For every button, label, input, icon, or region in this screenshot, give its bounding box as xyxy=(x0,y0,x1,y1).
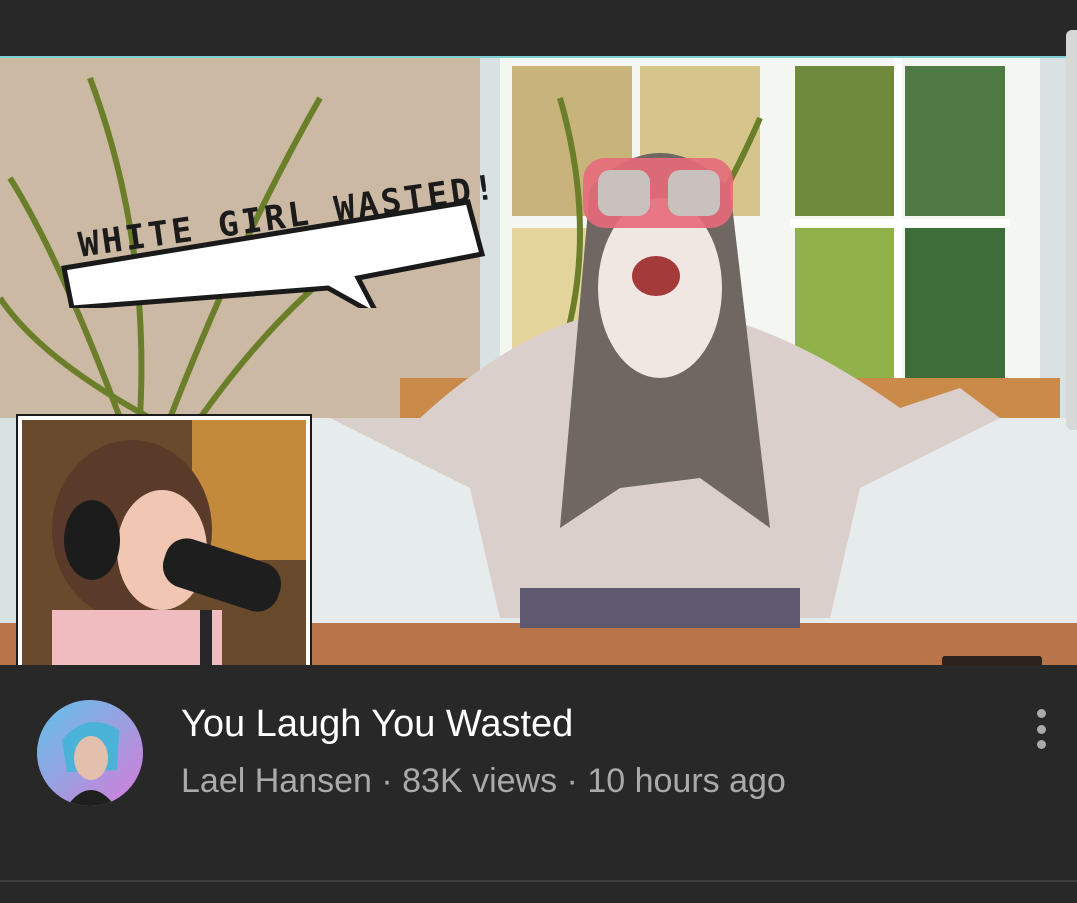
youtube-feed-screen: WHITE GIRL WASTED! 12:41 xyxy=(0,0,1077,903)
separator: · xyxy=(371,762,403,800)
video-subtitle: Lael Hansen · 83K views · 10 hours ago xyxy=(181,762,786,801)
video-title[interactable]: You Laugh You Wasted xyxy=(181,703,573,746)
video-meta[interactable]: You Laugh You Wasted Lael Hansen · 83K v… xyxy=(0,665,1077,881)
scrollbar-handle[interactable] xyxy=(1066,30,1077,430)
divider xyxy=(0,880,1077,882)
duration-badge: 12:41 xyxy=(942,656,1043,665)
channel-name[interactable]: Lael Hansen xyxy=(181,762,372,800)
inset-singer-image xyxy=(22,420,306,665)
more-dot xyxy=(1036,740,1046,749)
more-dot xyxy=(1036,709,1046,718)
separator: · xyxy=(557,762,588,800)
avatar-image xyxy=(37,700,143,806)
channel-avatar[interactable] xyxy=(37,700,143,806)
upload-age: 10 hours ago xyxy=(587,762,786,800)
view-count: 83K views xyxy=(402,762,558,800)
video-thumbnail[interactable]: WHITE GIRL WASTED! 12:41 xyxy=(0,56,1077,665)
inset-image xyxy=(16,414,312,665)
more-vert-icon[interactable] xyxy=(1024,705,1058,753)
top-bar xyxy=(0,0,1077,56)
more-dot xyxy=(1036,724,1046,734)
